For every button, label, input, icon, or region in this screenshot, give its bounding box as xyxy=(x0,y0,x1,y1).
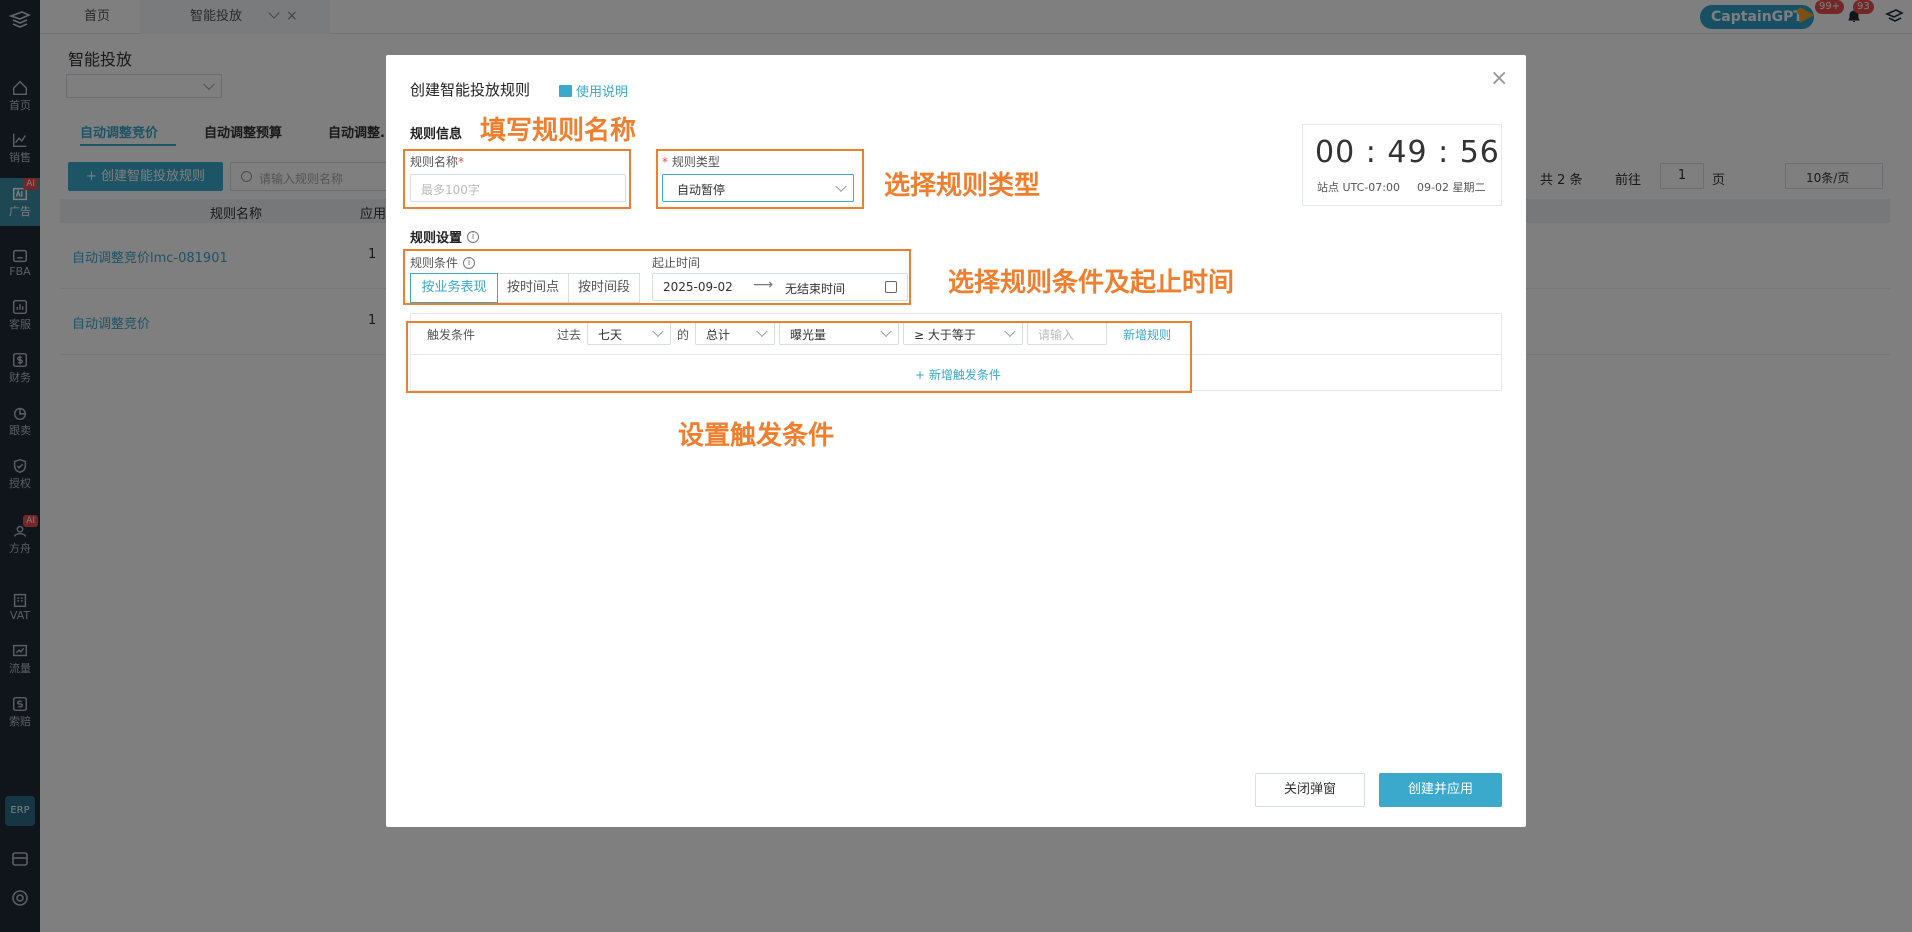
help-link[interactable]: 使用说明 xyxy=(559,81,628,100)
clock-time: 00 : 49 : 56 xyxy=(1315,135,1500,170)
annotation-box-type xyxy=(656,149,864,209)
section-rule-info: 规则信息 xyxy=(410,127,463,142)
close-dialog-label: 关闭弹窗 xyxy=(1283,782,1336,797)
close-dialog-button[interactable]: 关闭弹窗 xyxy=(1255,773,1365,807)
modal-title: 创建智能投放规则 xyxy=(410,81,531,99)
close-icon[interactable]: × xyxy=(1490,67,1508,91)
annotation-box-trigger xyxy=(406,321,1192,393)
help-link-label: 使用说明 xyxy=(576,85,629,100)
annotation-trigger: 设置触发条件 xyxy=(678,421,835,451)
annotation-condition: 选择规则条件及起止时间 xyxy=(948,268,1235,298)
condition-option-business[interactable]: 按业务表现 xyxy=(410,273,498,303)
create-and-apply-label: 创建并应用 xyxy=(1407,782,1473,797)
annotation-box-name xyxy=(403,149,631,209)
annotation-type: 选择规则类型 xyxy=(884,171,1041,201)
annotation-name: 填写规则名称 xyxy=(480,116,637,146)
create-and-apply-button[interactable]: 创建并应用 xyxy=(1379,773,1502,807)
condition-option-label: 按业务表现 xyxy=(421,280,487,295)
site-clock: 00 : 49 : 56 站点 UTC-07:00 09-02 星期二 xyxy=(1302,124,1502,206)
clock-site: 站点 UTC-07:00 xyxy=(1317,181,1400,194)
create-rule-modal: 创建智能投放规则 使用说明 × 规则信息 规则名称* 最多100字 * 规则类型… xyxy=(386,55,1526,827)
book-icon xyxy=(559,84,572,97)
clock-date: 09-02 星期二 xyxy=(1417,181,1486,194)
